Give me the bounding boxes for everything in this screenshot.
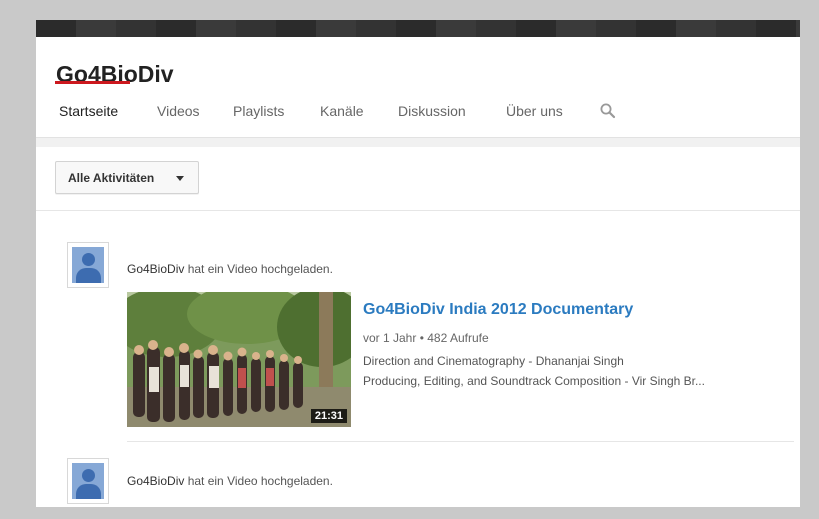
tab-kanaele[interactable]: Kanäle — [320, 103, 364, 123]
video-duration: 21:31 — [310, 409, 347, 423]
user-avatar-icon[interactable] — [67, 458, 109, 504]
tab-diskussion[interactable]: Diskussion — [398, 103, 466, 123]
activity-text: Go4BioDiv hat ein Video hochgeladen. — [127, 262, 333, 276]
video-views: 482 Aufrufe — [427, 331, 489, 345]
channel-header: Go4BioDiv — [36, 37, 800, 89]
active-tab-indicator — [55, 81, 130, 84]
activity-filter-dropdown[interactable]: Alle Aktivitäten — [55, 161, 199, 194]
section-gap — [36, 138, 800, 147]
filter-bar: Alle Aktivitäten — [36, 147, 800, 211]
video-meta: vor 1 Jahr • 482 Aufrufe — [363, 331, 489, 345]
channel-tabs: Startseite Videos Playlists Kanäle Disku… — [36, 89, 800, 138]
caret-down-icon — [176, 176, 184, 181]
activity-text: Go4BioDiv hat ein Video hochgeladen. — [127, 474, 333, 488]
activity-action: hat ein Video hochgeladen. — [187, 474, 333, 488]
feed-divider — [127, 441, 794, 442]
video-age: vor 1 Jahr — [363, 331, 417, 345]
tab-startseite[interactable]: Startseite — [59, 103, 118, 123]
video-description-line: Producing, Editing, and Soundtrack Compo… — [363, 374, 705, 388]
tab-playlists[interactable]: Playlists — [233, 103, 284, 123]
activity-user[interactable]: Go4BioDiv — [127, 262, 184, 276]
video-thumbnail-image — [127, 292, 351, 427]
user-avatar-icon[interactable] — [67, 242, 109, 288]
activity-user[interactable]: Go4BioDiv — [127, 474, 184, 488]
tab-ueber-uns[interactable]: Über uns — [506, 103, 563, 123]
video-description-line: Direction and Cinematography - Dhananjai… — [363, 354, 624, 368]
activity-action: hat ein Video hochgeladen. — [187, 262, 333, 276]
video-thumbnail[interactable]: 21:31 — [127, 292, 351, 427]
search-icon[interactable] — [599, 102, 617, 120]
video-title-link[interactable]: Go4BioDiv India 2012 Documentary — [363, 301, 633, 319]
activity-filter-label: Alle Aktivitäten — [68, 171, 155, 185]
channel-banner — [36, 20, 800, 37]
tab-videos[interactable]: Videos — [157, 103, 200, 123]
